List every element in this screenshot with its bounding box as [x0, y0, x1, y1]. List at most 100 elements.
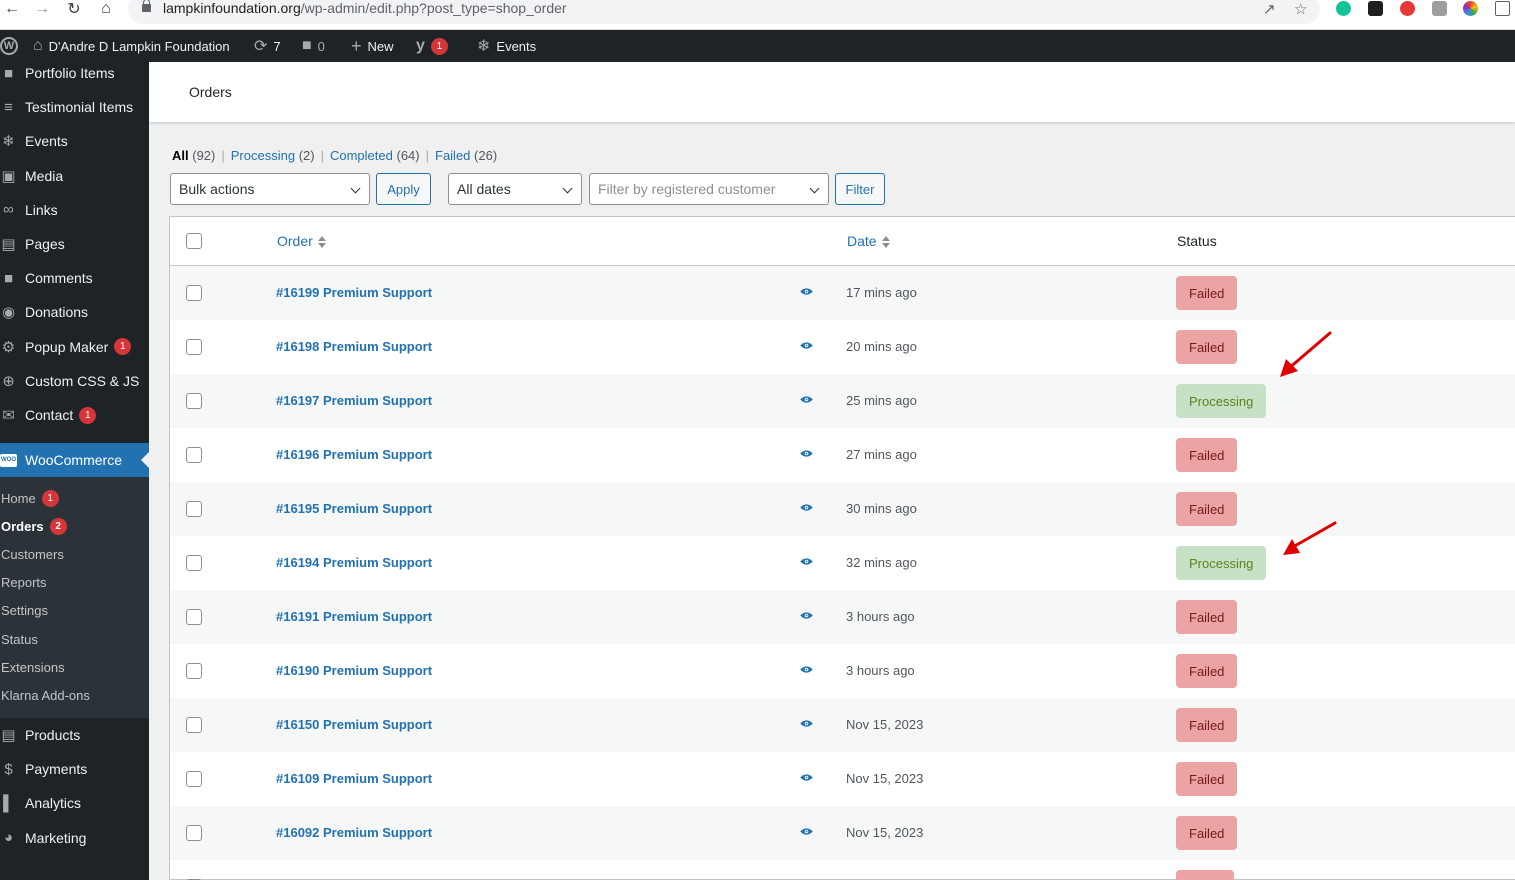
table-row[interactable]: #16150 Premium Support Nov 15, 2023 Failed	[170, 698, 1515, 752]
row-checkbox[interactable]	[186, 339, 202, 355]
order-link[interactable]: #16198 Premium Support	[276, 339, 432, 354]
camera-extension-icon[interactable]	[1432, 1, 1447, 16]
row-checkbox[interactable]	[186, 447, 202, 463]
reload-icon[interactable]: ↻	[64, 0, 84, 18]
menu-item-contact[interactable]: ✉ Contact 1	[0, 398, 149, 432]
row-checkbox[interactable]	[186, 501, 202, 517]
preview-eye-icon[interactable]	[800, 611, 813, 620]
table-row[interactable]: #16196 Premium Support 27 mins ago Failed	[170, 428, 1515, 482]
order-link[interactable]: #16092 Premium Support	[276, 825, 432, 840]
preview-eye-icon[interactable]	[800, 503, 813, 512]
filter-button[interactable]: Filter	[835, 173, 885, 205]
filter-all-link[interactable]: All	[172, 148, 189, 163]
new-content-link[interactable]: + New	[351, 30, 394, 62]
menu-item-testimonial-items[interactable]: ≡ Testimonial Items	[0, 90, 149, 124]
filter-completed-link[interactable]: Completed	[330, 148, 393, 163]
submenu-item-klarna-add-ons[interactable]: Klarna Add-ons	[1, 684, 90, 706]
menu-item-popup-maker[interactable]: ⚙ Popup Maker 1	[0, 330, 149, 364]
home-icon[interactable]: ⌂	[96, 0, 116, 18]
apply-button[interactable]: Apply	[376, 173, 431, 205]
order-link[interactable]: #16191 Premium Support	[276, 609, 432, 624]
order-link[interactable]: #16150 Premium Support	[276, 717, 432, 732]
yoast-seo-link[interactable]: y 1	[416, 30, 448, 62]
menu-item-comments[interactable]: ■ Comments	[0, 261, 149, 295]
preview-eye-icon[interactable]	[800, 449, 813, 458]
color-extension-icon[interactable]	[1463, 1, 1478, 16]
menu-item-payments[interactable]: $ Payments	[0, 752, 149, 786]
menu-woocommerce[interactable]: WOO WooCommerce	[0, 443, 149, 477]
table-row[interactable]	[170, 860, 1515, 880]
menu-item-donations[interactable]: ◉ Donations	[0, 295, 149, 329]
row-checkbox[interactable]	[186, 555, 202, 571]
site-name: D'Andre D Lampkin Foundation	[48, 38, 230, 54]
extension-icon[interactable]	[1400, 1, 1415, 16]
events-link[interactable]: ❄ Events	[477, 30, 536, 62]
address-bar[interactable]: lampkinfoundation.org/wp-admin/edit.php?…	[128, 0, 1320, 24]
menu-item-marketing[interactable]: ◕ Marketing	[0, 821, 149, 855]
row-checkbox[interactable]	[186, 285, 202, 301]
preview-eye-icon[interactable]	[800, 827, 813, 836]
preview-eye-icon[interactable]	[800, 341, 813, 350]
filter-failed-link[interactable]: Failed	[435, 148, 470, 163]
submenu-item-home[interactable]: Home 1	[1, 487, 59, 509]
table-row[interactable]: #16109 Premium Support Nov 15, 2023 Failed	[170, 752, 1515, 806]
date-filter-select[interactable]: All dates	[448, 173, 582, 205]
menu-item-pages[interactable]: ▤ Pages	[0, 227, 149, 261]
menu-item-custom-css-js[interactable]: ⊕ Custom CSS & JS	[0, 364, 149, 398]
order-link[interactable]: #16195 Premium Support	[276, 501, 432, 516]
plus-circle-icon: ⊕	[2, 372, 15, 390]
forward-icon[interactable]: →	[32, 0, 52, 18]
date-column-header[interactable]: Date	[847, 233, 890, 249]
order-link[interactable]: #16109 Premium Support	[276, 771, 432, 786]
comments-link[interactable]: ■ 0	[302, 30, 325, 62]
menu-item-portfolio-items[interactable]: ■ Portfolio Items	[0, 56, 149, 90]
table-row[interactable]: #16190 Premium Support 3 hours ago Failed	[170, 644, 1515, 698]
menu-item-media[interactable]: ▣ Media	[0, 159, 149, 193]
table-row[interactable]: #16199 Premium Support 17 mins ago Failed	[170, 266, 1515, 320]
preview-eye-icon[interactable]	[800, 719, 813, 728]
bulk-actions-select[interactable]: Bulk actions	[170, 173, 370, 205]
row-checkbox[interactable]	[186, 825, 202, 841]
extension-icon[interactable]	[1368, 1, 1383, 16]
submenu-item-orders[interactable]: Orders 2	[1, 515, 67, 537]
updates-link[interactable]: ⟳ 7	[254, 30, 281, 62]
row-checkbox[interactable]	[186, 393, 202, 409]
row-checkbox[interactable]	[186, 663, 202, 679]
order-link[interactable]: #16197 Premium Support	[276, 393, 432, 408]
submenu-item-reports[interactable]: Reports	[1, 572, 47, 594]
order-link[interactable]: #16196 Premium Support	[276, 447, 432, 462]
qr-extension-icon[interactable]	[1495, 1, 1510, 16]
row-checkbox[interactable]	[186, 609, 202, 625]
menu-item-analytics[interactable]: ▌ Analytics	[0, 786, 149, 820]
order-date: Nov 15, 2023	[846, 825, 924, 840]
menu-item-events[interactable]: ❄ Events	[0, 124, 149, 158]
submenu-item-status[interactable]: Status	[1, 628, 38, 650]
preview-eye-icon[interactable]	[800, 665, 813, 674]
preview-eye-icon[interactable]	[800, 557, 813, 566]
bookmark-star-icon[interactable]: ☆	[1294, 0, 1307, 18]
grammarly-extension-icon[interactable]	[1336, 1, 1351, 16]
submenu-item-extensions[interactable]: Extensions	[1, 656, 65, 678]
preview-eye-icon[interactable]	[800, 287, 813, 296]
preview-eye-icon[interactable]	[800, 773, 813, 782]
table-row[interactable]: #16191 Premium Support 3 hours ago Failed	[170, 590, 1515, 644]
menu-item-products[interactable]: ▤ Products	[0, 718, 149, 752]
share-icon[interactable]: ↗	[1263, 0, 1276, 18]
menu-item-links[interactable]: ∞ Links	[0, 193, 149, 227]
table-row[interactable]: #16092 Premium Support Nov 15, 2023 Failed	[170, 806, 1515, 860]
order-link[interactable]: #16194 Premium Support	[276, 555, 432, 570]
browser-toolbar: ← → ↻ ⌂ lampkinfoundation.org/wp-admin/e…	[0, 0, 1515, 30]
submenu-item-settings[interactable]: Settings	[1, 600, 48, 622]
order-link[interactable]: #16190 Premium Support	[276, 663, 432, 678]
preview-eye-icon[interactable]	[800, 395, 813, 404]
row-checkbox[interactable]	[186, 771, 202, 787]
order-link[interactable]: #16199 Premium Support	[276, 285, 432, 300]
back-icon[interactable]: ←	[2, 0, 22, 18]
row-checkbox[interactable]	[186, 717, 202, 733]
order-column-header[interactable]: Order	[277, 233, 326, 249]
select-all-checkbox[interactable]	[186, 233, 202, 249]
submenu-item-customers[interactable]: Customers	[1, 543, 64, 565]
filter-processing-link[interactable]: Processing	[231, 148, 295, 163]
customer-filter-select[interactable]: Filter by registered customer	[589, 173, 829, 205]
lock-icon	[142, 0, 151, 12]
